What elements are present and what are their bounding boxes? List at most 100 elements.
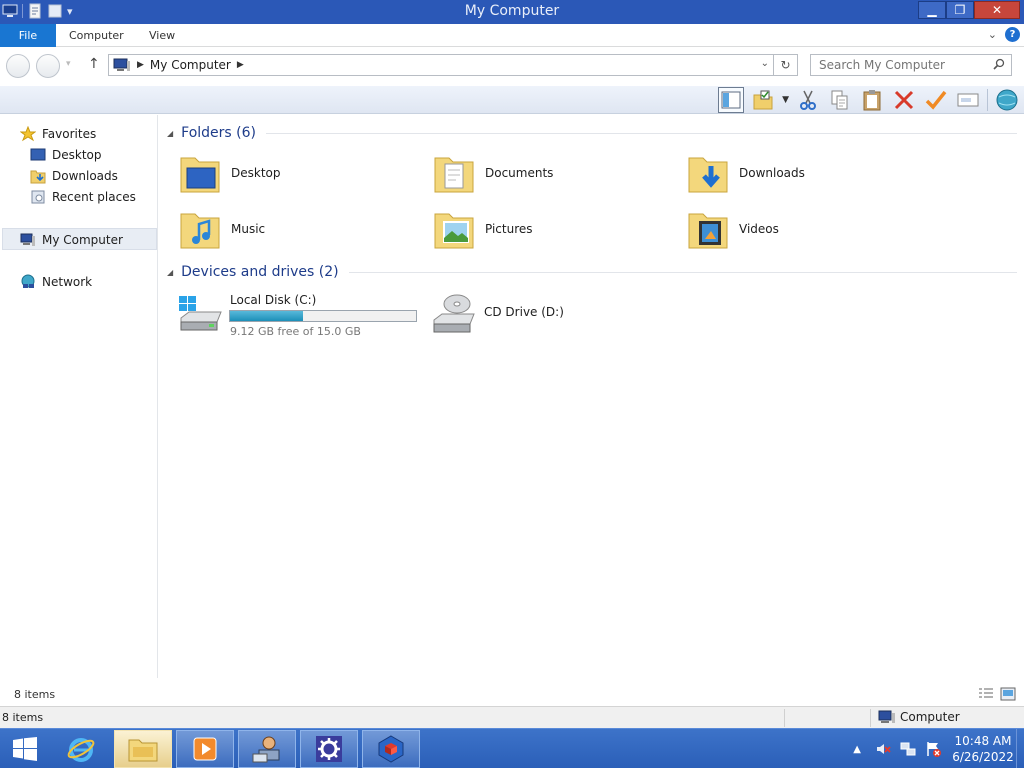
nav-network[interactable]: Network xyxy=(20,271,92,292)
folder-tile-videos[interactable]: Videos xyxy=(685,203,925,255)
select-button[interactable] xyxy=(750,87,776,113)
drive-tile-cd-drive-d[interactable]: CD Drive (D:) xyxy=(431,290,681,342)
help-icon[interactable]: ? xyxy=(1005,27,1020,42)
downloads-folder-icon xyxy=(30,170,46,183)
folder-label: Downloads xyxy=(739,166,805,180)
window-title: My Computer xyxy=(464,3,560,19)
expand-ribbon-icon[interactable]: ⌄ xyxy=(988,28,997,41)
restore-icon: ❐ xyxy=(954,3,966,17)
drives-group-header[interactable]: ◢ Devices and drives (2) xyxy=(167,262,1017,282)
tab-view[interactable]: View xyxy=(149,24,175,47)
recent-locations-icon[interactable]: ▾ xyxy=(66,59,71,69)
action-center-flag-icon[interactable] xyxy=(925,741,941,757)
details-view-icon[interactable] xyxy=(978,687,994,701)
maximize-button[interactable]: ❐ xyxy=(946,1,974,19)
search-input[interactable] xyxy=(811,55,981,75)
search-icon[interactable] xyxy=(993,58,1005,70)
nav-recent-places-label: Recent places xyxy=(52,189,136,204)
up-arrow-icon[interactable]: ↑ xyxy=(88,56,100,72)
taskbar-clock[interactable]: 10:48 AM 6/26/2022 xyxy=(950,733,1016,765)
paste-button[interactable] xyxy=(859,87,885,113)
documents-folder-icon xyxy=(434,157,474,193)
title-bar: ▾ My Computer ▁ ❐ ✕ xyxy=(0,0,1024,24)
user-at-computer-icon xyxy=(252,736,280,763)
desktop-icon xyxy=(30,148,46,160)
tab-computer[interactable]: Computer xyxy=(69,24,124,47)
copy-button[interactable] xyxy=(827,87,853,113)
minimize-icon: ▁ xyxy=(927,3,937,17)
show-hidden-icons-icon[interactable]: ▲ xyxy=(853,744,861,755)
start-button[interactable] xyxy=(0,730,50,768)
gear-icon xyxy=(316,736,342,762)
taskbar-3d-app[interactable] xyxy=(362,730,420,768)
status-zone: Computer xyxy=(878,710,960,724)
network-icon xyxy=(21,274,35,288)
taskbar-user-app[interactable] xyxy=(238,730,296,768)
collapse-triangle-icon[interactable]: ◢ xyxy=(167,268,173,277)
forward-button[interactable] xyxy=(36,54,60,78)
address-row: ▾ ↑ ▶ My Computer ▶ ⌄ ↻ xyxy=(0,48,1024,82)
collapse-triangle-icon[interactable]: ◢ xyxy=(167,129,173,138)
tab-file[interactable]: File xyxy=(0,24,56,47)
drive-usage-bar xyxy=(229,310,417,322)
taskbar-media-player[interactable] xyxy=(176,730,234,768)
computer-icon xyxy=(878,710,895,723)
delete-button[interactable] xyxy=(891,87,917,113)
folder-tile-desktop[interactable]: Desktop xyxy=(177,147,417,199)
nav-desktop[interactable]: Desktop xyxy=(30,144,102,165)
breadcrumb-my-computer[interactable]: My Computer xyxy=(150,58,231,72)
scissors-icon xyxy=(800,90,816,110)
nav-recent-places[interactable]: Recent places xyxy=(30,186,136,207)
star-icon xyxy=(20,125,36,141)
minimize-button[interactable]: ▁ xyxy=(918,1,946,19)
search-box[interactable] xyxy=(810,54,1012,76)
breadcrumb-arrow-icon[interactable]: ▶ xyxy=(137,60,144,70)
refresh-button[interactable]: ↻ xyxy=(773,55,797,75)
close-icon: ✕ xyxy=(991,3,1003,17)
large-icons-view-icon[interactable] xyxy=(1000,687,1016,701)
taskbar-file-explorer[interactable] xyxy=(114,730,172,768)
taskbar-settings[interactable] xyxy=(300,730,358,768)
breadcrumb-arrow-icon[interactable]: ▶ xyxy=(237,60,244,70)
content-pane: ◢ Folders (6) Desktop Documents Download… xyxy=(159,115,1024,678)
properties-button[interactable] xyxy=(923,87,949,113)
folder-label: Pictures xyxy=(485,222,533,236)
computer-icon xyxy=(113,58,130,71)
taskbar-internet-explorer[interactable] xyxy=(52,730,110,768)
address-bar[interactable]: ▶ My Computer ▶ ⌄ ↻ xyxy=(108,54,798,76)
folder-label: Documents xyxy=(485,166,554,180)
select-dropdown-icon[interactable]: ▼ xyxy=(782,95,789,105)
videos-folder-icon xyxy=(688,213,728,249)
folders-group-header[interactable]: ◢ Folders (6) xyxy=(167,123,1017,143)
nav-network-label: Network xyxy=(42,274,93,289)
drive-free-space: 9.12 GB free of 15.0 GB xyxy=(230,325,361,338)
cube-icon xyxy=(378,735,404,763)
music-folder-icon xyxy=(180,213,220,249)
folder-tile-downloads[interactable]: Downloads xyxy=(685,147,925,199)
preview-pane-button[interactable] xyxy=(718,87,745,113)
group-divider xyxy=(266,132,1017,134)
volume-muted-icon[interactable] xyxy=(875,741,891,757)
network-button[interactable] xyxy=(994,87,1020,113)
copy-icon xyxy=(831,90,848,110)
nav-favorites[interactable]: Favorites xyxy=(20,123,96,144)
close-button[interactable]: ✕ xyxy=(974,1,1020,19)
details-status-bar: 8 items xyxy=(0,685,1024,705)
network-status-icon[interactable] xyxy=(900,741,916,757)
cut-button[interactable] xyxy=(795,87,821,113)
rename-button[interactable] xyxy=(955,87,981,113)
folder-check-icon xyxy=(753,90,773,110)
folder-tile-documents[interactable]: Documents xyxy=(431,147,671,199)
clock-date: 6/26/2022 xyxy=(952,750,1014,764)
folder-label: Desktop xyxy=(231,166,281,180)
folder-tile-music[interactable]: Music xyxy=(177,203,417,255)
folder-tile-pictures[interactable]: Pictures xyxy=(431,203,671,255)
address-dropdown-icon[interactable]: ⌄ xyxy=(761,58,769,69)
drive-name: CD Drive (D:) xyxy=(484,305,564,319)
nav-downloads[interactable]: Downloads xyxy=(30,165,118,186)
nav-my-computer[interactable]: My Computer xyxy=(20,229,123,250)
back-button[interactable] xyxy=(6,54,30,78)
clipboard-icon xyxy=(863,90,881,111)
show-desktop-button[interactable] xyxy=(1016,729,1024,768)
drive-tile-local-disk-c[interactable]: Local Disk (C:) 9.12 GB free of 15.0 GB xyxy=(177,290,427,342)
